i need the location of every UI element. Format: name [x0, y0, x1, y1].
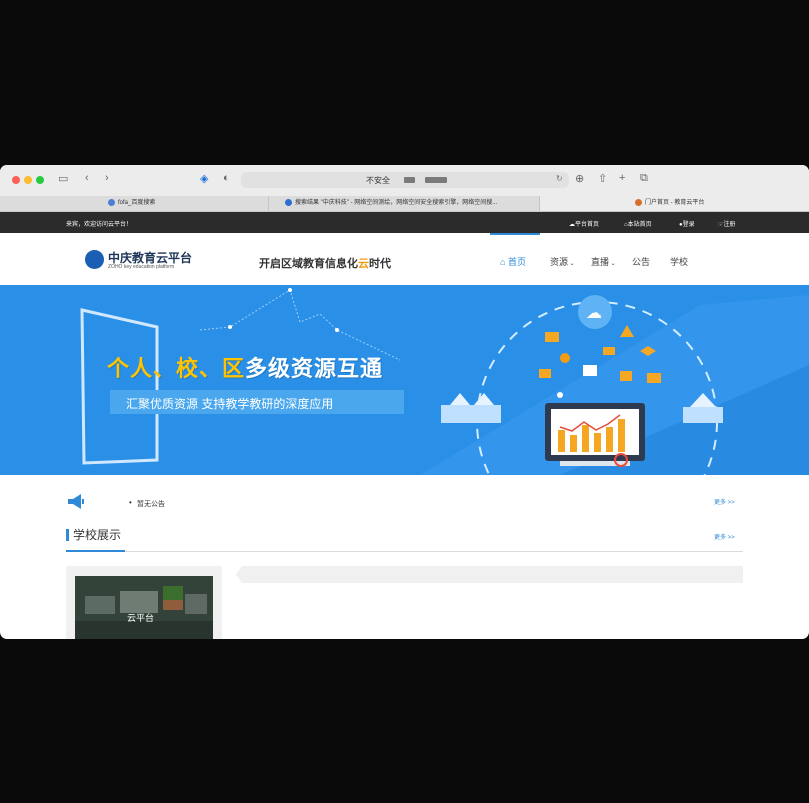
site-header: 中庆教育云平台 ZOHO key education platform 开启区域… [0, 233, 809, 286]
tab-portal[interactable]: 门户首页 - 教育云平台 [540, 196, 809, 211]
logo-subtitle: ZOHO key education platform [108, 264, 175, 270]
nav-home[interactable]: ⌂ 首页 [500, 255, 526, 268]
tab-title: 门户首页 - 教育云平台 [645, 200, 705, 206]
baidu-favicon-icon [108, 198, 115, 206]
browser-toolbar: ▭ ‹ › ◈ ◐ 不安全 ↻ ⊕ ⇧ + ⧉ [0, 165, 809, 196]
tab-search-results[interactable]: 搜索结果 "中庆科技" - 网络空间测绘，网络空间安全搜索引擎，网络空间搜... [269, 196, 540, 211]
minimize-window-button[interactable] [24, 176, 32, 184]
site-home-link[interactable]: ⌂本站首页 [624, 219, 652, 228]
home-icon: ⌂ [500, 257, 508, 267]
forward-icon[interactable]: › [105, 172, 109, 184]
svg-text:☁: ☁ [586, 303, 602, 322]
chevron-down-icon: ⌄ [568, 261, 575, 267]
school-card-label: 云平台 [127, 613, 155, 623]
school-card[interactable]: 云平台 [66, 566, 222, 639]
logo-icon[interactable] [85, 250, 104, 269]
tab-fofa[interactable]: fofa_百度搜索 [0, 196, 269, 211]
address-bar[interactable]: 不安全 ↻ [241, 172, 569, 188]
active-nav-indicator [490, 233, 540, 235]
portal-favicon-icon [635, 198, 642, 206]
section-underline [66, 550, 125, 552]
campus-aerial-image [75, 576, 213, 639]
new-tab-icon[interactable]: + [619, 172, 625, 184]
register-link[interactable]: ☞注册 [718, 219, 735, 228]
nav-school[interactable]: 学校 [670, 255, 688, 268]
redacted-url [404, 177, 415, 183]
sidebar-toggle-icon[interactable]: ▭ [58, 172, 68, 185]
tab-title: 搜索结果 "中庆科技" - 网络空间测绘，网络空间安全搜索引擎，网络空间搜... [295, 200, 498, 206]
school-carousel-track[interactable] [232, 566, 743, 583]
close-window-button[interactable] [12, 176, 20, 184]
redacted-url [425, 177, 447, 183]
schools-more-link[interactable]: 更多 >> [714, 532, 735, 541]
section-title: 学校展示 [73, 528, 122, 542]
welcome-text: 来宾，欢迎访问云平台！ [66, 222, 133, 228]
notice-more-link[interactable]: 更多 >> [714, 497, 735, 506]
bullet-icon: • [129, 498, 132, 507]
megaphone-icon [68, 494, 84, 509]
tab-title: fofa_百度搜索 [118, 200, 156, 206]
download-icon[interactable]: ⊕ [575, 172, 584, 185]
school-photo: 云平台 [75, 576, 213, 639]
section-divider [66, 551, 743, 552]
login-link[interactable]: ●登录 [679, 219, 695, 228]
zoom-window-button[interactable] [36, 176, 44, 184]
nav-live[interactable]: 直播 ⌄ [591, 255, 616, 268]
notice-bar: • 暂无公告 更多 >> [0, 494, 809, 515]
banner-subline-box: 汇聚优质资源 支持教学教研的深度应用 [110, 390, 404, 414]
platform-home-link[interactable]: ☁平台首页 [569, 219, 599, 228]
browser-window: ▭ ‹ › ◈ ◐ 不安全 ↻ ⊕ ⇧ + ⧉ fofa_百度搜索 搜索结果 "… [0, 165, 809, 639]
security-label: 不安全 [366, 176, 390, 185]
section-marker [66, 529, 69, 541]
share-icon[interactable]: ⇧ [598, 172, 607, 185]
notice-text: 暂无公告 [137, 501, 165, 508]
back-icon[interactable]: ‹ [85, 172, 89, 184]
nav-notice[interactable]: 公告 [632, 255, 650, 268]
extension-icon[interactable]: ◈ [200, 172, 208, 185]
reload-icon[interactable]: ↻ [556, 174, 563, 183]
hero-banner[interactable]: ☁ 个人、校、区多级资源互通 汇聚优质资源 支持教学教研的深度应用 [0, 285, 809, 475]
tab-overview-icon[interactable]: ⧉ [640, 172, 648, 185]
site-slogan: 开启区域教育信息化云时代 [259, 258, 391, 270]
chevron-left-icon [232, 566, 242, 583]
chevron-down-icon: ⌄ [609, 261, 616, 267]
nav-resources[interactable]: 资源 ⌄ [550, 255, 575, 268]
banner-subline: 汇聚优质资源 支持教学教研的深度应用 [126, 397, 334, 411]
privacy-shield-icon[interactable]: ◐ [223, 172, 230, 184]
fofa-favicon-icon [285, 198, 292, 206]
tab-bar: fofa_百度搜索 搜索结果 "中庆科技" - 网络空间测绘，网络空间安全搜索引… [0, 196, 809, 212]
site-topbar: 来宾，欢迎访问云平台！ ☁平台首页 ⌂本站首页 ●登录 ☞注册 [0, 212, 809, 233]
banner-headline: 个人、校、区多级资源互通 [107, 356, 384, 381]
